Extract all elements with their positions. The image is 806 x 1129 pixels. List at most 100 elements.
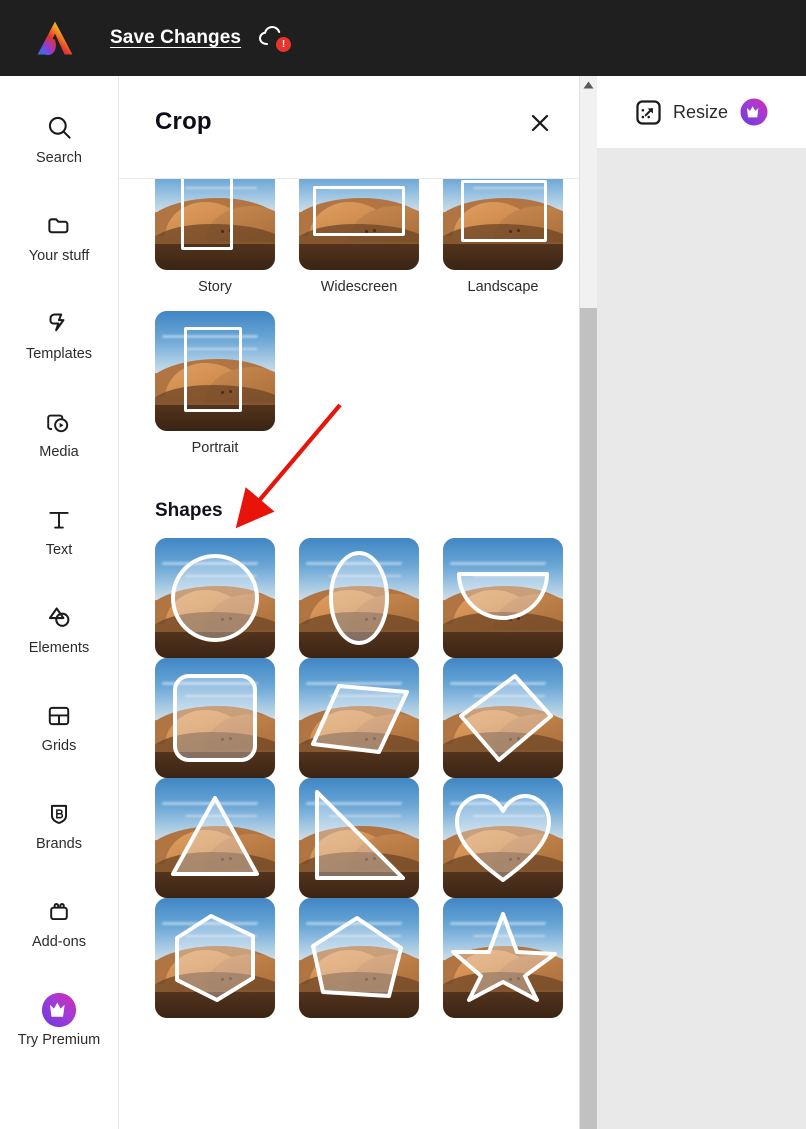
thumbnail	[155, 898, 275, 1018]
close-icon	[531, 114, 549, 132]
shape-right-triangle[interactable]	[299, 778, 419, 898]
triangle-shape-icon	[171, 796, 259, 876]
sidebar-item-label: Brands	[36, 835, 82, 852]
app-logo[interactable]	[0, 18, 110, 58]
shape-circle[interactable]	[155, 538, 275, 658]
resize-label: Resize	[673, 101, 729, 122]
shape-triangle[interactable]	[155, 778, 275, 898]
page-title: Crop	[155, 108, 212, 135]
top-bar: Save Changes !	[0, 0, 806, 76]
rounded-square-shape-icon	[173, 674, 257, 762]
thumbnail	[155, 658, 275, 778]
canvas-toolbar: Resize	[597, 76, 806, 148]
sidebar-item-templates[interactable]: Templates	[0, 286, 119, 384]
folder-icon	[46, 211, 73, 241]
sidebar-item-label: Search	[36, 149, 82, 166]
shape-diamond[interactable]	[443, 658, 563, 778]
shape-parallelogram[interactable]	[299, 658, 419, 778]
sidebar-item-label: Media	[39, 443, 79, 460]
scroll-up-button[interactable]	[580, 76, 597, 94]
sidebar-item-add-ons[interactable]: Add-ons	[0, 874, 119, 972]
shape-ellipse[interactable]	[299, 538, 419, 658]
crop-panel: Story Widescreen Landscape Portrait Shap…	[119, 76, 579, 1129]
pentagon-shape-icon	[311, 916, 403, 998]
shape-rounded-square[interactable]	[155, 658, 275, 778]
close-button[interactable]	[523, 106, 557, 140]
shapes-section-heading: Shapes	[155, 500, 223, 521]
thumbnail	[155, 311, 275, 431]
thumbnail	[299, 538, 419, 658]
hexagon-shape-icon	[175, 914, 255, 1002]
crop-panel-header: Crop	[119, 76, 579, 179]
sidebar-item-text[interactable]: Text	[0, 482, 119, 580]
aspect-ratio-label: Widescreen	[320, 279, 398, 295]
sidebar-item-brands[interactable]: Brands	[0, 776, 119, 874]
thumbnail	[299, 898, 419, 1018]
sidebar-item-label: Add-ons	[31, 933, 86, 950]
half-circle-shape-icon	[457, 572, 549, 620]
elements-shapes-icon	[46, 603, 73, 633]
canvas-surface[interactable]	[605, 148, 806, 1129]
templates-icon	[46, 309, 73, 339]
cloud-sync-status[interactable]: !	[259, 25, 292, 52]
caret-up-icon	[583, 81, 594, 89]
thumbnail	[299, 658, 419, 778]
sidebar-item-label: Your stuff	[28, 247, 90, 264]
resize-expand-icon	[636, 99, 661, 125]
thumbnail	[443, 658, 563, 778]
sidebar-item-label: Text	[45, 541, 73, 558]
sidebar-item-elements[interactable]: Elements	[0, 580, 119, 678]
sidebar-item-grids[interactable]: Grids	[0, 678, 119, 776]
sidebar-item-search[interactable]: Search	[0, 90, 119, 188]
save-changes-button[interactable]: Save Changes	[110, 27, 241, 49]
sidebar-item-label: Templates	[25, 345, 93, 362]
shape-star[interactable]	[443, 898, 563, 1018]
diamond-shape-icon	[459, 674, 553, 762]
circle-shape-icon	[171, 554, 259, 642]
thumbnail	[299, 778, 419, 898]
grids-icon	[46, 701, 72, 731]
text-t-icon	[46, 505, 72, 535]
premium-crown-icon	[40, 992, 78, 1027]
canvas-region: Resize	[597, 76, 806, 1129]
right-triangle-shape-icon	[315, 790, 405, 880]
shapes-grid	[155, 538, 563, 1018]
heart-shape-icon	[455, 794, 551, 882]
sidebar-item-try-premium[interactable]: Try Premium	[0, 972, 119, 1070]
sidebar-item-your-stuff[interactable]: Your stuff	[0, 188, 119, 286]
star-shape-icon	[451, 912, 557, 1002]
aspect-ratio-label: Portrait	[191, 440, 239, 456]
search-icon	[46, 113, 73, 143]
thumbnail	[443, 778, 563, 898]
thumbnail	[155, 778, 275, 898]
aspect-ratio-label: Landscape	[467, 279, 539, 295]
thumbnail	[155, 538, 275, 658]
shape-heart[interactable]	[443, 778, 563, 898]
thumbnail	[443, 538, 563, 658]
sidebar-item-label: Grids	[41, 737, 77, 754]
left-sidebar: Search Your stuff Templates Media Text E…	[0, 76, 119, 1129]
sidebar-item-label: Try Premium	[17, 1031, 101, 1048]
app-root: Save Changes ! Search Your stuff Templat…	[0, 0, 806, 1129]
ellipse-shape-icon	[329, 551, 389, 645]
aspect-ratio-portrait[interactable]: Portrait	[155, 311, 275, 472]
shape-pentagon[interactable]	[299, 898, 419, 1018]
thumbnail	[443, 898, 563, 1018]
media-play-icon	[45, 407, 73, 437]
aspect-ratio-grid-row2: Portrait	[155, 311, 543, 472]
sidebar-item-media[interactable]: Media	[0, 384, 119, 482]
add-ons-icon	[46, 897, 72, 927]
adobe-express-logo-icon	[37, 21, 73, 56]
sidebar-item-label: Elements	[28, 639, 90, 656]
cloud-error-badge: !	[276, 37, 292, 52]
premium-crown-icon	[740, 98, 768, 126]
aspect-ratio-label: Story	[198, 279, 232, 295]
crop-panel-content: Story Widescreen Landscape Portrait Shap…	[119, 76, 579, 1129]
scrollbar-thumb[interactable]	[580, 308, 597, 1129]
brand-shield-b-icon	[46, 799, 72, 829]
shape-hexagon[interactable]	[155, 898, 275, 1018]
panel-scrollbar[interactable]	[579, 76, 597, 1129]
shape-half-circle[interactable]	[443, 538, 563, 658]
parallelogram-shape-icon	[311, 684, 409, 754]
resize-button[interactable]: Resize	[635, 97, 769, 127]
